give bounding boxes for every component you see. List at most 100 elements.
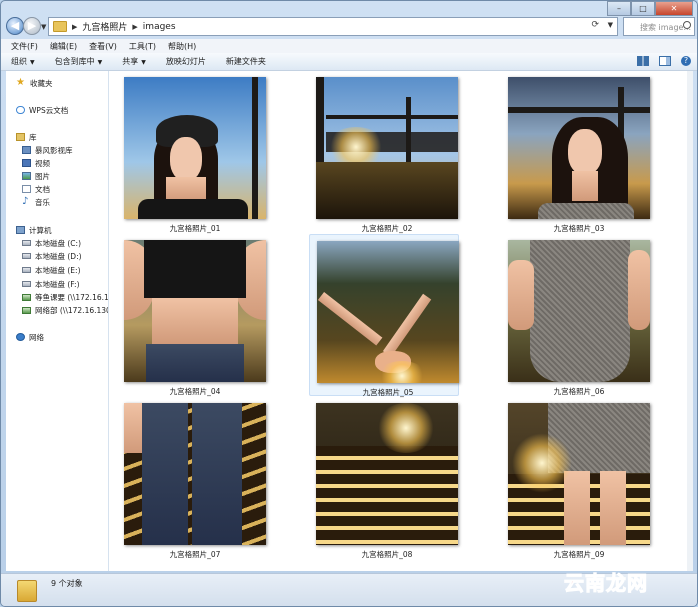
- nav-library-documents-label: 文档: [35, 184, 50, 194]
- nav-library-videos-label: 视频: [35, 158, 50, 168]
- nav-libraries[interactable]: 库: [16, 131, 37, 143]
- chevron-right-icon[interactable]: ▶: [132, 23, 137, 31]
- chevron-down-icon: ▼: [97, 59, 103, 66]
- nav-wps-cloud[interactable]: WPS云文档: [16, 104, 68, 116]
- maximize-button[interactable]: □: [631, 1, 655, 16]
- file-item-08[interactable]: 九宫格照片_08: [309, 397, 459, 559]
- file-item-06[interactable]: 九宫格照片_06: [501, 234, 651, 396]
- file-name: 九宫格照片_07: [169, 550, 221, 559]
- image-thumbnail: [508, 77, 650, 219]
- disk-icon: [22, 267, 31, 273]
- refresh-icon[interactable]: ⟳: [591, 20, 599, 30]
- new-folder-button[interactable]: 新建文件夹: [226, 56, 266, 67]
- file-item-04[interactable]: 九宫格照片_04: [117, 234, 267, 396]
- file-item-01[interactable]: 九宫格照片_01: [117, 71, 267, 233]
- nav-drive-f-label: 本地磁盘 (F:): [35, 279, 80, 289]
- change-view-icon[interactable]: [637, 56, 649, 66]
- file-item-05[interactable]: 九宫格照片_05: [309, 234, 459, 397]
- watermark-logo: 云南龙网: [564, 571, 648, 596]
- file-item-07[interactable]: 九宫格照片_07: [117, 397, 267, 559]
- breadcrumb-item-parent[interactable]: 九宫格照片: [82, 20, 127, 33]
- document-icon: [22, 185, 31, 193]
- nav-network-drive-1[interactable]: 等鱼课要 (\\172.16.130: [22, 291, 108, 303]
- nav-drive-d[interactable]: 本地磁盘 (D:): [22, 250, 82, 262]
- search-input[interactable]: 搜索 image...: [623, 17, 695, 36]
- nav-network-drive-2[interactable]: 网络部 (\\172.16.130.1: [22, 304, 108, 316]
- folder-icon: [17, 580, 37, 602]
- command-bar: 组织 ▼ 包含到库中 ▼ 共享 ▼ 放映幻灯片 新建文件夹 ?: [1, 53, 697, 71]
- image-thumbnail: [124, 77, 266, 219]
- chevron-down-icon: ▼: [30, 59, 35, 66]
- nav-drive-c[interactable]: 本地磁盘 (C:): [22, 237, 81, 249]
- menu-tools[interactable]: 工具(T): [129, 41, 156, 52]
- nav-libraries-label: 库: [29, 132, 37, 142]
- share-button[interactable]: 共享 ▼: [122, 56, 146, 67]
- nav-network-drive-2-label: 网络部 (\\172.16.130.1: [35, 305, 108, 315]
- image-thumbnail: [317, 241, 459, 383]
- file-item-09[interactable]: 九宫格照片_09: [501, 397, 651, 559]
- minimize-button[interactable]: –: [607, 1, 631, 16]
- nav-network-label: 网络: [29, 332, 44, 342]
- vertical-scrollbar[interactable]: [687, 71, 693, 571]
- explorer-window: ◀ ▶ ▼ ▶ 九宫格照片 ▶ images ⟳ ▼ 搜索 image... –…: [0, 0, 698, 607]
- address-row: ◀ ▶ ▼ ▶ 九宫格照片 ▶ images ⟳ ▼ 搜索 image... –…: [1, 1, 697, 39]
- navigation-pane: ★ 收藏夹 WPS云文档 库 暴风影视库 视频 图片 文档 ♪ 音乐 计算机 本地磁…: [6, 71, 109, 571]
- menu-file[interactable]: 文件(F): [11, 41, 38, 52]
- image-thumbnail: [316, 403, 458, 545]
- chevron-down-icon: ▼: [141, 59, 146, 66]
- file-name: 九宫格照片_06: [553, 387, 605, 396]
- video-icon: [22, 159, 31, 167]
- preview-pane-icon[interactable]: [659, 56, 671, 66]
- nav-network[interactable]: 网络: [16, 331, 44, 343]
- media-library-icon: [22, 146, 31, 154]
- picture-icon: [22, 172, 31, 180]
- chevron-right-icon[interactable]: ▶: [72, 23, 77, 31]
- nav-drive-e[interactable]: 本地磁盘 (E:): [22, 264, 81, 276]
- menu-help[interactable]: 帮助(H): [168, 41, 196, 52]
- disk-icon: [22, 240, 31, 246]
- forward-button[interactable]: ▶: [23, 17, 41, 35]
- nav-drive-c-label: 本地磁盘 (C:): [35, 238, 81, 248]
- search-icon[interactable]: [683, 21, 691, 29]
- nav-library-storm-label: 暴风影视库: [35, 145, 73, 155]
- breadcrumb-item-current[interactable]: images: [143, 22, 176, 32]
- file-name: 九宫格照片_08: [361, 550, 413, 559]
- organize-button[interactable]: 组织 ▼: [11, 56, 35, 67]
- library-icon: [16, 133, 25, 141]
- share-label: 共享: [122, 57, 139, 66]
- network-icon: [16, 333, 25, 341]
- nav-library-pictures[interactable]: 图片: [22, 170, 50, 182]
- nav-favorites-label: 收藏夹: [30, 78, 53, 88]
- nav-library-videos[interactable]: 视频: [22, 157, 50, 169]
- file-item-02[interactable]: 九宫格照片_02: [309, 71, 459, 233]
- nav-library-storm[interactable]: 暴风影视库: [22, 144, 73, 156]
- recent-pages-dropdown[interactable]: ▼: [41, 23, 47, 31]
- disk-icon: [22, 253, 31, 259]
- file-name: 九宫格照片_03: [553, 224, 605, 233]
- nav-library-music[interactable]: ♪ 音乐: [22, 196, 50, 208]
- file-list: 九宫格照片_01 九宫格照片_02 九宫格照片_03 九宫格照片_04 九宫格照…: [109, 71, 689, 571]
- network-drive-icon: [22, 306, 31, 314]
- menu-bar: 文件(F) 编辑(E) 查看(V) 工具(T) 帮助(H): [1, 39, 697, 54]
- slideshow-button[interactable]: 放映幻灯片: [166, 56, 206, 67]
- cloud-icon: [16, 106, 25, 114]
- back-button[interactable]: ◀: [6, 17, 24, 35]
- file-name: 九宫格照片_09: [553, 550, 605, 559]
- image-thumbnail: [124, 403, 266, 545]
- nav-computer[interactable]: 计算机: [16, 224, 52, 236]
- address-dropdown-icon[interactable]: ▼: [608, 21, 613, 29]
- close-button[interactable]: ✕: [655, 1, 693, 16]
- nav-drive-f[interactable]: 本地磁盘 (F:): [22, 278, 80, 290]
- file-item-03[interactable]: 九宫格照片_03: [501, 71, 651, 233]
- image-thumbnail: [508, 403, 650, 545]
- help-icon[interactable]: ?: [681, 56, 691, 66]
- menu-edit[interactable]: 编辑(E): [50, 41, 77, 52]
- nav-library-documents[interactable]: 文档: [22, 183, 50, 195]
- nav-favorites[interactable]: ★ 收藏夹: [16, 77, 53, 89]
- include-in-library-label: 包含到库中: [54, 57, 95, 66]
- menu-view[interactable]: 查看(V): [89, 41, 117, 52]
- view-controls: ?: [637, 56, 691, 66]
- item-count: 9 个对象: [51, 579, 83, 588]
- include-in-library-button[interactable]: 包含到库中 ▼: [55, 56, 103, 67]
- address-bar[interactable]: ▶ 九宫格照片 ▶ images ⟳ ▼: [48, 17, 618, 36]
